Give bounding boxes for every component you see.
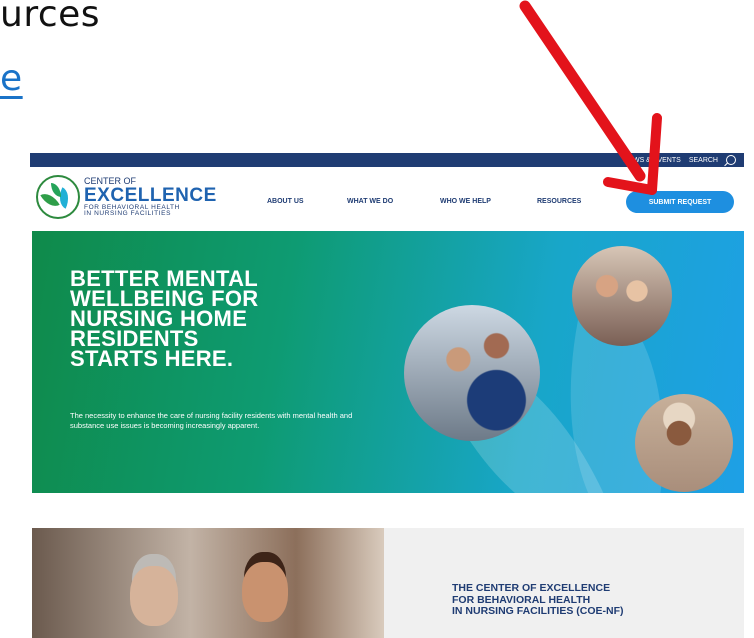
about-title: THE CENTER OF EXCELLENCE FOR BEHAVIORAL … (452, 582, 624, 617)
website-screenshot: NEWS & EVENTS SEARCH CENTER OF EXCELLENC… (30, 153, 744, 638)
search-link[interactable]: SEARCH (689, 157, 718, 164)
hero-title: BETTER MENTAL WELLBEING FOR NURSING HOME… (70, 266, 259, 371)
nav-who-we-help[interactable]: WHO WE HELP (440, 198, 491, 205)
logo-line-4: IN NURSING FACILITIES (84, 210, 172, 217)
about-section: THE CENTER OF EXCELLENCE FOR BEHAVIORAL … (384, 528, 744, 638)
search-icon[interactable] (726, 155, 736, 165)
hero-photo-caregivers (572, 246, 672, 346)
site-header: CENTER OF EXCELLENCE FOR BEHAVIORAL HEAL… (30, 167, 744, 229)
section-photo (32, 528, 384, 638)
submit-request-button[interactable]: SUBMIT REQUEST (626, 191, 734, 213)
nav-about-us[interactable]: ABOUT US (267, 198, 304, 205)
nav-what-we-do[interactable]: WHAT WE DO (347, 198, 393, 205)
slide-heading-fragment: urces (0, 0, 101, 35)
logo-line-2: EXCELLENCE (84, 184, 217, 206)
hero-banner: BETTER MENTAL WELLBEING FOR NURSING HOME… (32, 231, 744, 493)
nav-resources[interactable]: RESOURCES (537, 198, 581, 205)
hero-subtitle: The necessity to enhance the care of nur… (70, 411, 353, 430)
hero-photo-wheelchair (404, 305, 540, 441)
news-events-link[interactable]: NEWS & EVENTS (623, 157, 681, 164)
top-utility-bar: NEWS & EVENTS SEARCH (30, 153, 744, 167)
logo[interactable]: CENTER OF EXCELLENCE FOR BEHAVIORAL HEAL… (36, 175, 217, 219)
slide-link-fragment[interactable]: e (0, 58, 23, 99)
logo-leaf-icon (36, 175, 80, 219)
hero-photo-woman-phone (635, 394, 733, 492)
